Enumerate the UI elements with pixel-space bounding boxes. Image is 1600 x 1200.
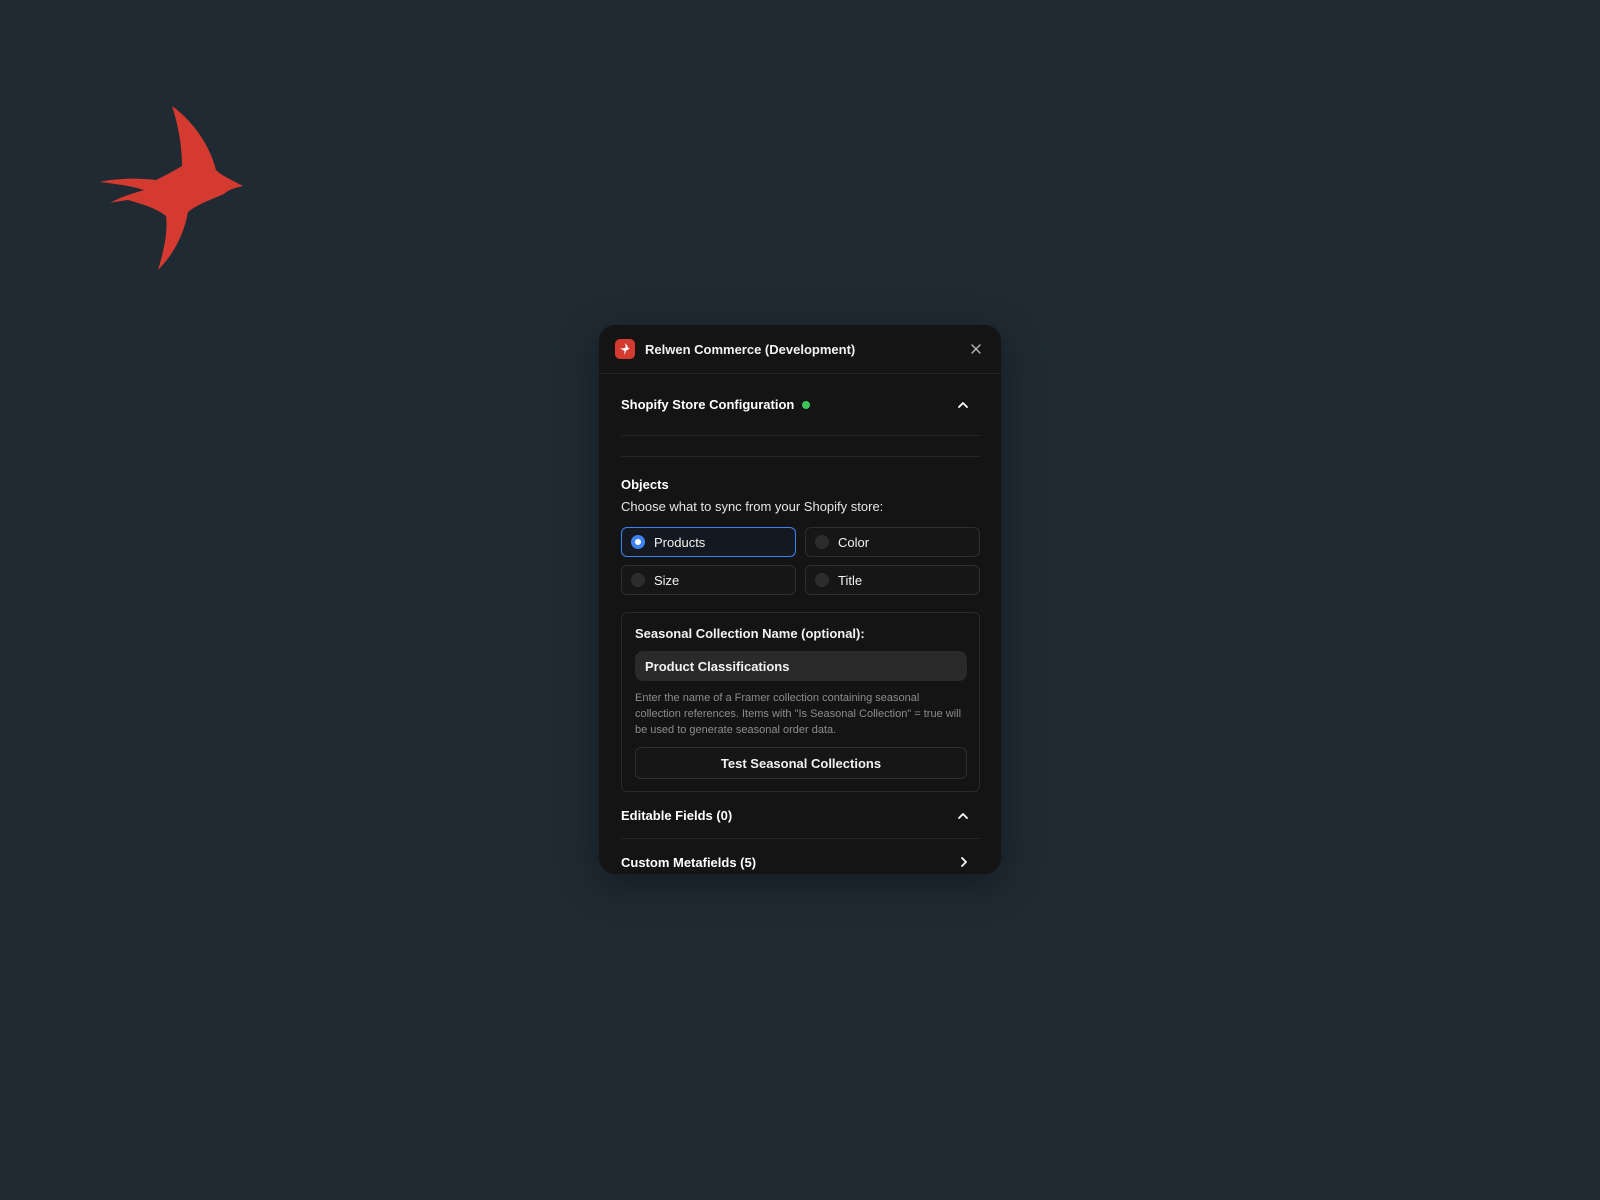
radio-unselected-icon [815, 535, 829, 549]
chevron-up-icon[interactable] [954, 396, 972, 414]
seasonal-collection-label: Seasonal Collection Name (optional): [635, 626, 865, 641]
chevron-up-icon[interactable] [954, 806, 972, 824]
editable-fields-title: Editable Fields (0) [621, 807, 733, 823]
editable-fields-header[interactable]: Editable Fields (0) [621, 792, 980, 839]
stage: Relwen Commerce (Development) Shopify St… [0, 0, 1600, 1200]
custom-metafields-title: Custom Metafields (5) [621, 854, 757, 870]
chevron-right-icon[interactable] [954, 853, 972, 871]
objects-label: Objects [621, 477, 669, 492]
option-label: Size [654, 572, 680, 588]
test-seasonal-collections-button[interactable]: Test Seasonal Collections [635, 747, 967, 779]
option-size[interactable]: Size [621, 565, 796, 595]
option-color[interactable]: Color [805, 527, 980, 557]
objects-options: Products Color Size Title [621, 527, 980, 595]
swallow-logo [100, 106, 243, 270]
status-dot-icon [802, 400, 811, 409]
store-config-title: Shopify Store Configuration [621, 397, 795, 412]
option-title[interactable]: Title [805, 565, 980, 595]
plugin-panel: Relwen Commerce (Development) Shopify St… [599, 325, 1001, 874]
swallow-icon [615, 339, 635, 359]
divider [621, 436, 980, 457]
seasonal-help-text: Enter the name of a Framer collection co… [635, 692, 962, 736]
option-label: Products [654, 534, 706, 550]
panel-content: Shopify Store Configuration Objects Choo… [599, 374, 1001, 874]
custom-metafields-header[interactable]: Custom Metafields (5) [621, 839, 980, 874]
seasonal-collection-input[interactable] [635, 651, 967, 681]
option-label: Title [838, 572, 863, 588]
store-config-header[interactable]: Shopify Store Configuration [621, 374, 980, 436]
option-label: Color [838, 534, 870, 550]
radio-unselected-icon [815, 573, 829, 587]
radio-unselected-icon [631, 573, 645, 587]
objects-description: Choose what to sync from your Shopify st… [621, 499, 884, 514]
titlebar: Relwen Commerce (Development) [599, 325, 1001, 374]
window-title: Relwen Commerce (Development) [645, 341, 856, 357]
seasonal-collection-box: Seasonal Collection Name (optional): Ent… [621, 612, 980, 792]
option-products[interactable]: Products [621, 527, 796, 557]
close-icon[interactable] [967, 340, 985, 358]
radio-selected-icon [631, 535, 645, 549]
